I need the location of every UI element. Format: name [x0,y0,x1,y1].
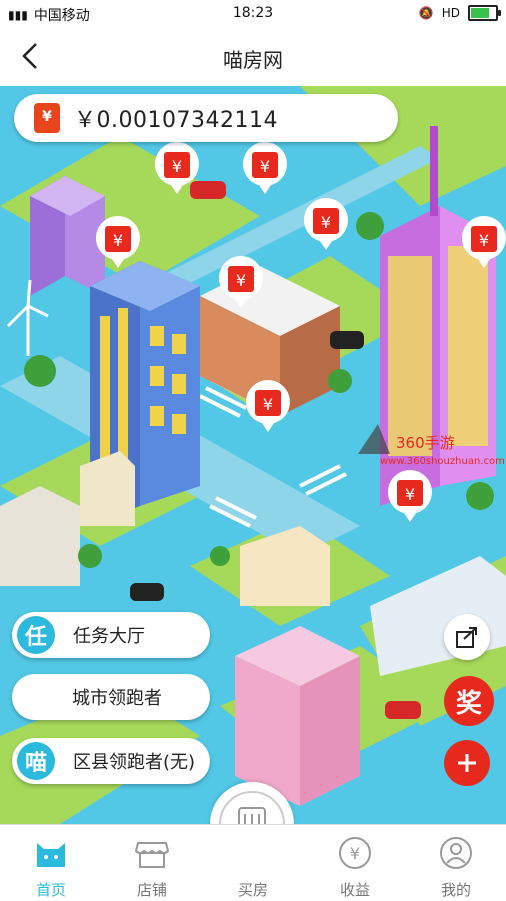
nav-bar: 喵房网 [0,28,506,86]
svg-text:¥: ¥ [405,485,415,504]
tab-income[interactable]: ¥ 收益 [315,825,395,901]
status-bar: ▮▮▮ 中国移动 18:23 🔕 HD [0,0,506,28]
wallet-icon: ¥ [34,103,60,133]
cat-icon [37,843,65,867]
reward-button[interactable]: 奖 [444,676,494,726]
tab-bar: 首页 店铺 买房 ¥ 收益 我的 [0,824,506,901]
svg-text:¥: ¥ [263,395,273,414]
tab-shop[interactable]: 店铺 [112,825,192,901]
page-title: 喵房网 [223,48,283,72]
share-icon [456,627,477,648]
task-badge: 任 [17,616,55,654]
county-leader-label: 区县领跑者(无) [73,752,196,773]
add-button[interactable] [444,740,490,786]
plus-icon [458,754,476,772]
county-leader-button[interactable]: 喵 区县领跑者(无) [12,738,210,784]
watermark-title: 360手游 [396,434,455,452]
tab-shop-label: 店铺 [136,881,167,899]
svg-text:¥: ¥ [479,231,489,250]
share-button[interactable] [444,614,490,660]
city-leader-label: 城市领跑者 [72,688,162,709]
tab-home[interactable]: 首页 [11,825,91,901]
svg-text:¥: ¥ [260,157,270,176]
tab-home-label: 首页 [35,881,66,899]
watermark-url: www.360shouzhuan.com [380,456,505,467]
task-hall-label: 任务大厅 [73,626,145,647]
tab-buy-house-label: 买房 [237,881,268,899]
tab-buy-house[interactable]: 买房 [213,825,293,901]
hd-icon: HD [441,6,460,20]
bell-off-icon: 🔕 [418,6,434,20]
tab-mine[interactable]: 我的 [416,825,496,901]
svg-text:¥: ¥ [236,271,246,290]
tab-mine-label: 我的 [440,881,471,899]
svg-text:¥: ¥ [172,157,182,176]
battery-icon [468,5,501,21]
balance-amount: ￥0.00107342114 [74,108,278,133]
shop-icon [134,842,170,868]
task-hall-button[interactable]: 任 任务大厅 [12,612,210,658]
balance-bar: ¥ ￥0.00107342114 [14,94,398,142]
svg-text:¥: ¥ [321,213,331,232]
user-icon [440,837,472,869]
coin-icon: ¥ [339,837,371,869]
svg-text:¥: ¥ [113,231,123,250]
city-leader-button[interactable]: 城市领跑者 [12,674,210,720]
tab-income-label: 收益 [339,881,370,899]
svg-text:¥: ¥ [350,844,360,863]
county-badge: 喵 [17,742,55,780]
